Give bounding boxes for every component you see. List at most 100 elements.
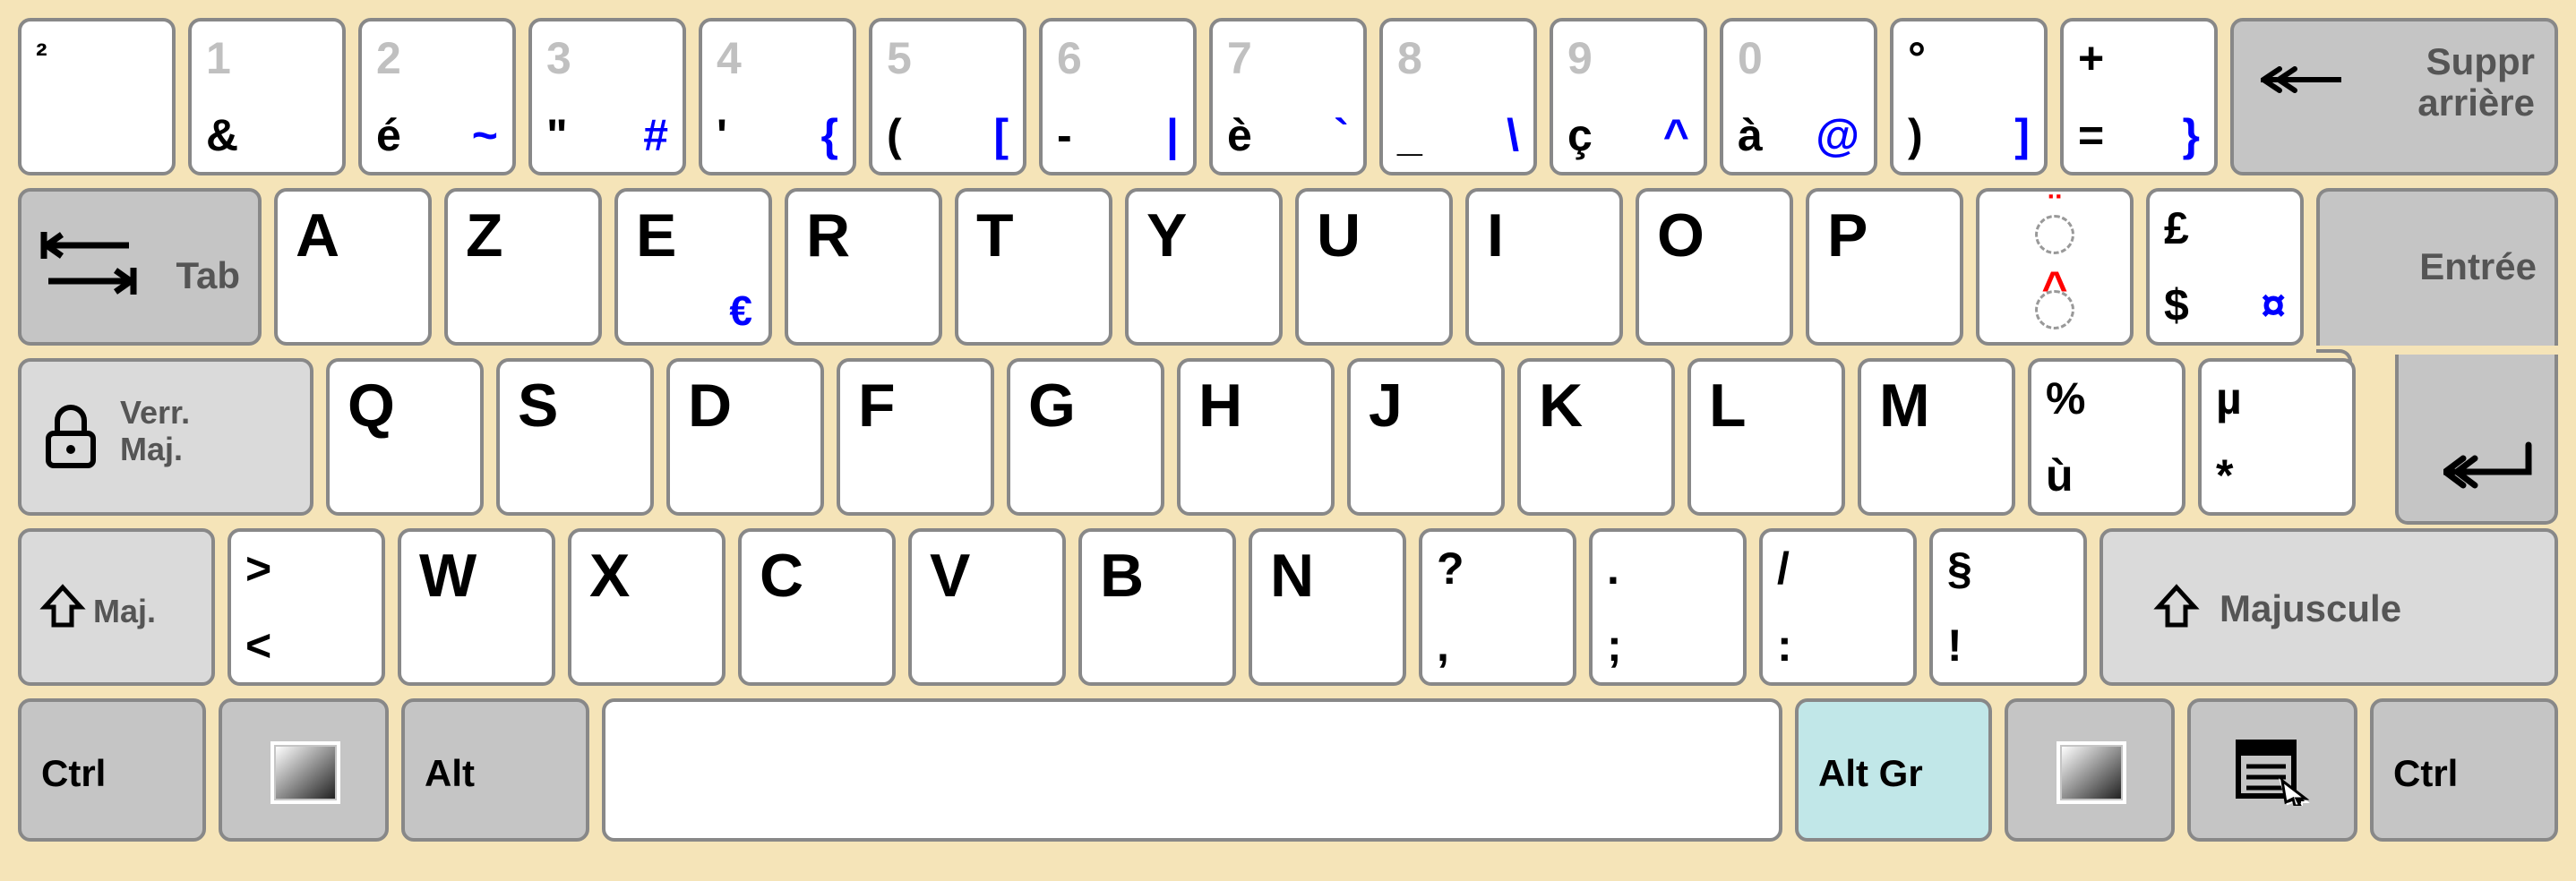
key-tab[interactable]: Tab (18, 188, 262, 346)
key-x[interactable]: X (568, 528, 726, 686)
key-superscript-2[interactable]: ² (18, 18, 176, 175)
key-d[interactable]: D (666, 358, 824, 516)
glyph-altgr: € (729, 287, 752, 335)
menu-icon (2236, 740, 2311, 806)
glyph-tl: § (1947, 543, 1972, 594)
key-o[interactable]: O (1636, 188, 1793, 346)
glyph: Y (1146, 201, 1187, 270)
glyph: B (1100, 541, 1144, 611)
key-8[interactable]: 8 _ \ (1379, 18, 1537, 175)
key-asterisk[interactable]: µ * (2198, 358, 2356, 516)
key-2[interactable]: 2 é ~ (358, 18, 516, 175)
key-degree[interactable]: ° ) ] (1890, 18, 2048, 175)
key-0[interactable]: 0 à @ (1720, 18, 1877, 175)
glyph: M (1879, 371, 1930, 440)
key-5[interactable]: 5 ( [ (869, 18, 1026, 175)
glyph-br: ~ (472, 109, 498, 161)
glyph-bl: & (206, 109, 238, 161)
key-angle-bracket[interactable]: > < (228, 528, 385, 686)
key-1[interactable]: 1 & (188, 18, 346, 175)
key-percent[interactable]: % ù (2028, 358, 2185, 516)
window-icon (2057, 741, 2126, 804)
glyph-tl: 0 (1738, 32, 1763, 84)
key-v[interactable]: V (908, 528, 1066, 686)
key-dollar[interactable]: £ $ ¤ (2146, 188, 2304, 346)
key-a[interactable]: A (274, 188, 432, 346)
key-q[interactable]: Q (326, 358, 484, 516)
key-l[interactable]: L (1687, 358, 1845, 516)
key-i[interactable]: I (1465, 188, 1623, 346)
key-period[interactable]: . ; (1589, 528, 1747, 686)
shift-up-icon (2153, 584, 2200, 630)
key-capslock[interactable]: Verr.Maj. (18, 358, 313, 516)
glyph-bl: - (1057, 109, 1072, 161)
key-r[interactable]: R (785, 188, 942, 346)
glyph: A (296, 201, 339, 270)
key-b[interactable]: B (1078, 528, 1236, 686)
glyph-br: } (2183, 109, 2200, 161)
glyph-br: { (821, 109, 838, 161)
key-t[interactable]: T (955, 188, 1112, 346)
glyph: W (419, 541, 477, 611)
glyph-tl: + (2078, 32, 2104, 84)
key-shift-right[interactable]: Majuscule (2099, 528, 2558, 686)
key-altgr[interactable]: Alt Gr (1795, 698, 1992, 842)
glyph-tl: 8 (1397, 32, 1422, 84)
key-menu[interactable] (2187, 698, 2357, 842)
key-3[interactable]: 3 " # (528, 18, 686, 175)
key-enter-lower[interactable] (2395, 355, 2558, 525)
key-p[interactable]: P (1806, 188, 1963, 346)
key-enter[interactable]: Entrée (2316, 188, 2558, 346)
enter-label: Entrée (2419, 245, 2537, 288)
tab-label: Tab (176, 254, 240, 297)
glyph-br: | (1166, 109, 1179, 161)
key-ctrl-right[interactable]: Ctrl (2370, 698, 2558, 842)
key-win-left[interactable] (219, 698, 389, 842)
glyph: S (518, 371, 558, 440)
key-e[interactable]: E € (614, 188, 772, 346)
shift-up-icon (39, 584, 86, 630)
glyph-bl: à (1738, 109, 1763, 161)
key-k[interactable]: K (1517, 358, 1675, 516)
key-u[interactable]: U (1295, 188, 1453, 346)
key-c[interactable]: C (738, 528, 896, 686)
keyboard: ² 1 & 2 é ~ 3 " # 4 ' { 5 ( [ 6 - | (18, 18, 2558, 863)
key-z[interactable]: Z (444, 188, 602, 346)
key-ctrl-left[interactable]: Ctrl (18, 698, 206, 842)
glyph-bl: $ (2164, 279, 2189, 331)
glyph-bl: * (2216, 449, 2233, 501)
glyph: L (1709, 371, 1747, 440)
glyph: C (760, 541, 803, 611)
key-h[interactable]: H (1177, 358, 1335, 516)
key-7[interactable]: 7 è ` (1209, 18, 1367, 175)
key-win-right[interactable] (2005, 698, 2175, 842)
key-9[interactable]: 9 ç ^ (1550, 18, 1707, 175)
key-j[interactable]: J (1347, 358, 1505, 516)
glyph: T (976, 201, 1014, 270)
key-section[interactable]: § ! (1929, 528, 2087, 686)
key-shift-left[interactable]: Maj. (18, 528, 215, 686)
key-m[interactable]: M (1858, 358, 2015, 516)
key-circumflex-dead[interactable]: ¨ ^ (1976, 188, 2134, 346)
key-n[interactable]: N (1249, 528, 1406, 686)
glyph: O (1657, 201, 1704, 270)
key-question[interactable]: ? , (1419, 528, 1576, 686)
key-slash[interactable]: / : (1759, 528, 1917, 686)
glyph-tl: £ (2164, 202, 2189, 254)
glyph: Q (348, 371, 395, 440)
key-6[interactable]: 6 - | (1039, 18, 1197, 175)
key-g[interactable]: G (1007, 358, 1164, 516)
key-f[interactable]: F (837, 358, 994, 516)
glyph-bl: é (376, 109, 401, 161)
key-4[interactable]: 4 ' { (699, 18, 856, 175)
key-space[interactable] (602, 698, 1782, 842)
window-icon (270, 741, 340, 804)
key-plus[interactable]: + = } (2060, 18, 2218, 175)
key-s[interactable]: S (496, 358, 654, 516)
key-alt[interactable]: Alt (401, 698, 589, 842)
key-backspace[interactable]: Supprarrière (2230, 18, 2558, 175)
glyph-bl: " (546, 109, 568, 161)
key-y[interactable]: Y (1125, 188, 1283, 346)
key-w[interactable]: W (398, 528, 555, 686)
glyph-tl: / (1777, 543, 1790, 594)
